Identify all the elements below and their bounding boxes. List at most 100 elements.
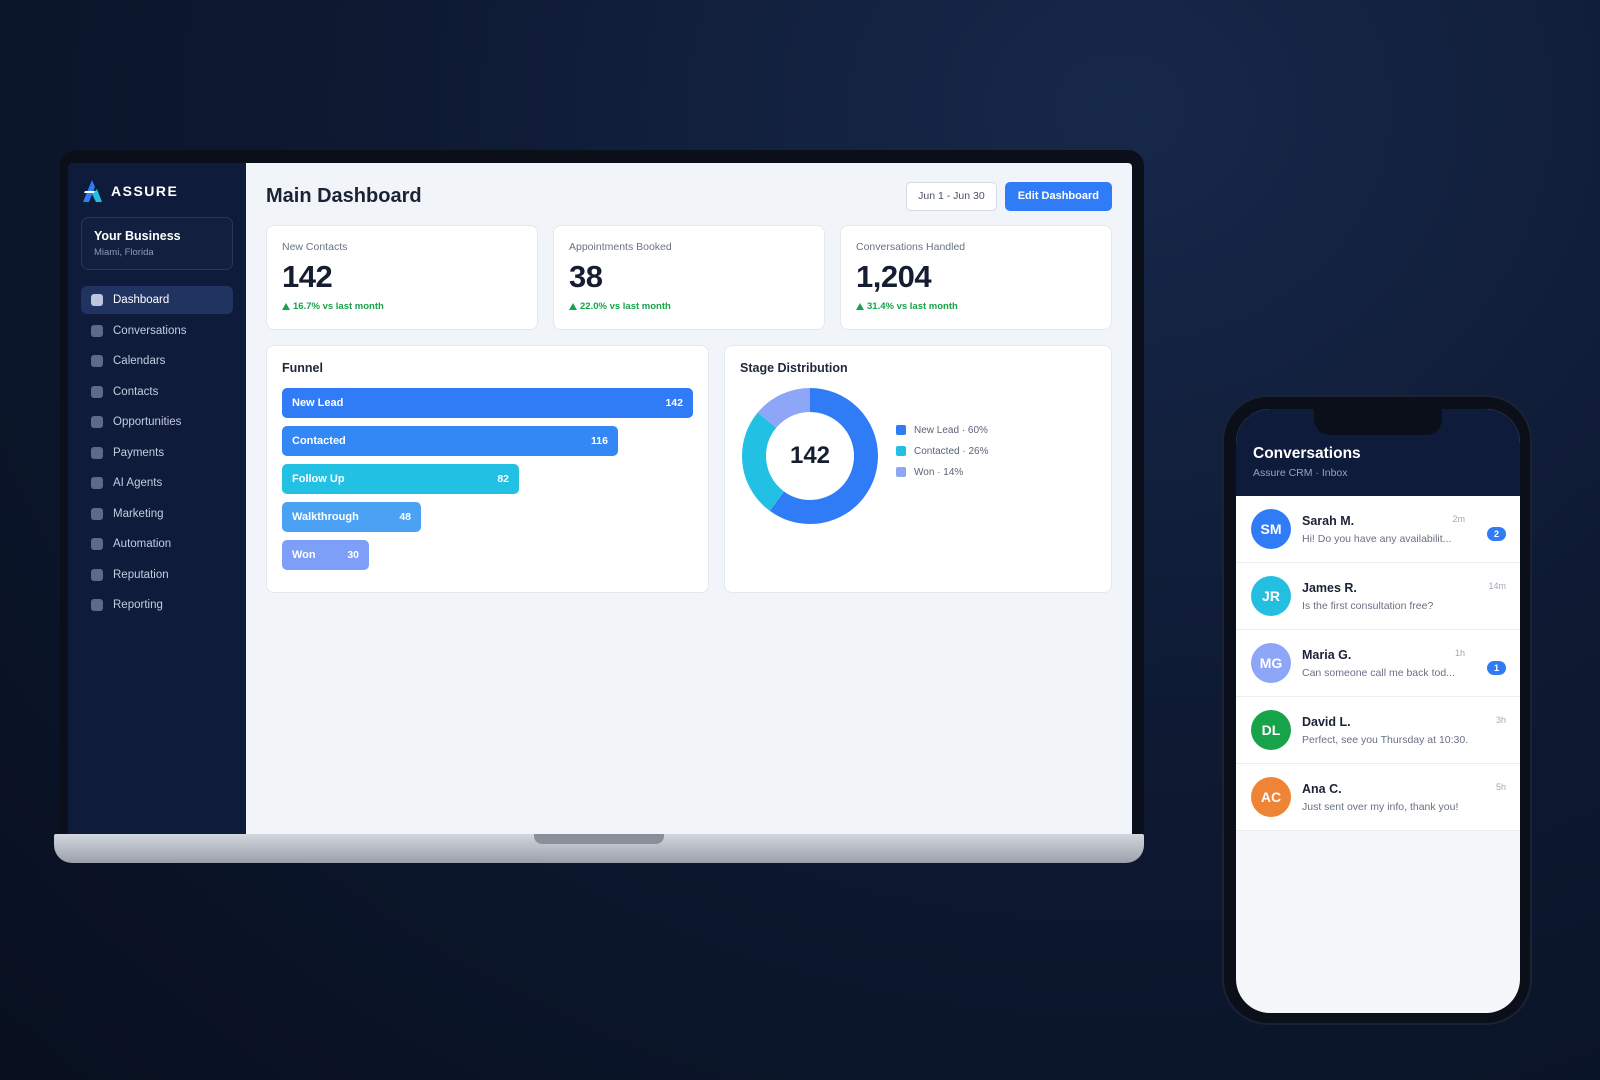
funnel-bar-value: 30 [347, 549, 359, 561]
funnel-bar-label: New Lead [292, 397, 344, 409]
donut-chart: 142 [740, 386, 880, 526]
assure-logo-icon [83, 180, 102, 202]
sidebar-item-label: Payments [113, 446, 165, 459]
conversation-name: James R. [1302, 580, 1357, 595]
legend-item: New Lead · 60% [896, 425, 989, 436]
funnel-bar-value: 82 [497, 473, 509, 485]
sidebar-item-label: Conversations [113, 324, 187, 337]
trend-up-icon [856, 303, 864, 310]
funnel-bar-label: Walkthrough [292, 511, 359, 523]
conversation-time: 5h [1495, 782, 1506, 792]
funnel-bar-value: 48 [399, 511, 411, 523]
unread-badge: 1 [1487, 661, 1506, 675]
funnel-bar-value: 116 [591, 435, 608, 447]
topbar: Main Dashboard Jun 1 - Jun 30 Edit Dashb… [266, 181, 1112, 211]
sidebar: ASSURE Your Business Miami, Florida Dash… [68, 163, 246, 835]
contacts-icon [91, 385, 103, 398]
stat-delta: 22.0% vs last month [569, 301, 809, 312]
stat-card-appointments-booked: Appointments Booked 38 22.0% vs last month [553, 225, 825, 330]
sidebar-item-marketing[interactable]: Marketing [81, 500, 233, 528]
funnel-bar-label: Follow Up [292, 473, 345, 485]
stage-distribution-panel: Stage Distribution 142 New Lead · 60% Con… [724, 345, 1112, 593]
funnel-title: Funnel [282, 361, 323, 375]
conversation-item[interactable]: SM Sarah M. Hi! Do you have any availabili… [1236, 496, 1520, 563]
sidebar-item-reputation[interactable]: Reputation [81, 561, 233, 589]
stat-value: 38 [569, 259, 603, 294]
conversation-item[interactable]: AC Ana C. Just sent over my info, thank yo… [1236, 764, 1520, 831]
sidebar-item-conversations[interactable]: Conversations [81, 317, 233, 345]
legend-swatch [896, 467, 906, 477]
avatar: JR [1251, 576, 1291, 616]
laptop-hinge-notch [534, 834, 664, 844]
conversation-preview: Hi! Do you have any availabilit... [1302, 532, 1452, 545]
stat-value: 1,204 [856, 259, 932, 294]
conversation-text: James R. Is the first consultation free? [1302, 581, 1505, 612]
stat-delta-text: 16.7% vs last month [293, 301, 384, 312]
conversation-name: David L. [1302, 714, 1351, 729]
sidebar-item-label: Opportunities [113, 416, 182, 428]
sidebar-item-ai-agents[interactable]: AI Agents [81, 469, 233, 497]
conversation-preview: Can someone call me back tod... [1302, 666, 1455, 679]
sidebar-item-label: AI Agents [113, 477, 163, 489]
business-location: Miami, Florida [94, 247, 154, 258]
reputation-icon [91, 568, 103, 581]
legend-label: Contacted · 26% [914, 445, 989, 457]
legend-label: New Lead · 60% [914, 424, 988, 436]
funnel-panel: Funnel New Lead 142 Contacted 116 Follow Up 8… [266, 345, 709, 593]
business-name: Your Business [94, 229, 181, 243]
legend-swatch [896, 425, 906, 435]
legend-item: Contacted · 26% [896, 446, 989, 457]
conversation-time: 2m [1452, 514, 1465, 524]
conversation-text: Sarah M. Hi! Do you have any availabilit.… [1302, 514, 1505, 545]
sidebar-item-reporting[interactable]: Reporting [81, 591, 233, 619]
phone-notch [1314, 409, 1442, 435]
stat-cards: New Contacts 142 16.7% vs last month Appoin… [266, 225, 1112, 330]
laptop-screen: ASSURE Your Business Miami, Florida Dash… [68, 163, 1132, 835]
conversation-time: 14m [1488, 581, 1506, 591]
sidebar-item-contacts[interactable]: Contacts [81, 378, 233, 406]
conversation-name: Ana C. [1302, 781, 1342, 796]
stat-label: Appointments Booked [569, 241, 672, 253]
sidebar-item-payments[interactable]: Payments [81, 439, 233, 467]
automation-icon [91, 538, 103, 550]
conversation-item[interactable]: JR James R. Is the first consultation free… [1236, 563, 1520, 630]
conversation-item[interactable]: MG Maria G. Can someone call me back tod..… [1236, 630, 1520, 697]
funnel-bars: New Lead 142 Contacted 116 Follow Up 82 Walkth… [282, 388, 693, 570]
payments-icon [91, 446, 103, 459]
date-range-picker[interactable]: Jun 1 - Jun 30 [906, 181, 997, 211]
edit-dashboard-button[interactable]: Edit Dashboard [1004, 181, 1112, 211]
funnel-bar-walkthrough: Walkthrough 48 [282, 502, 421, 532]
stat-delta: 16.7% vs last month [282, 301, 522, 312]
dashboard-icon [91, 294, 103, 306]
stat-label: Conversations Handled [856, 241, 966, 253]
phone-screen: Conversations Assure CRM · Inbox SM Sarah… [1236, 409, 1520, 1013]
sidebar-item-label: Marketing [113, 507, 164, 520]
sidebar-item-label: Automation [113, 538, 172, 550]
funnel-bar-won: Won 30 [282, 540, 369, 570]
marketing-icon [91, 507, 103, 520]
sidebar-item-opportunities[interactable]: Opportunities [81, 408, 233, 436]
reporting-icon [91, 599, 103, 611]
conversation-name: Sarah M. [1302, 513, 1355, 528]
funnel-bar-contacted: Contacted 116 [282, 426, 618, 456]
stat-card-conversations-handled: Conversations Handled 1,204 31.4% vs last … [840, 225, 1112, 330]
funnel-bar-label: Contacted [292, 435, 346, 447]
sidebar-item-dashboard[interactable]: Dashboard [81, 286, 233, 314]
legend-swatch [896, 446, 906, 456]
conversation-item[interactable]: DL David L. Perfect, see you Thursday at 1… [1236, 697, 1520, 764]
business-switcher[interactable]: Your Business Miami, Florida [81, 217, 233, 270]
conversation-preview: Perfect, see you Thursday at 10:30. [1302, 733, 1469, 746]
conversation-text: David L. Perfect, see you Thursday at 10:… [1302, 715, 1505, 746]
donut-center-value: 142 [789, 442, 831, 469]
avatar: AC [1251, 777, 1291, 817]
sidebar-item-automation[interactable]: Automation [81, 530, 233, 558]
trend-up-icon [569, 303, 577, 310]
funnel-bar-new-lead: New Lead 142 [282, 388, 693, 418]
ai-agents-icon [91, 477, 103, 489]
conversation-time: 3h [1495, 715, 1506, 725]
conversation-list: SM Sarah M. Hi! Do you have any availabili… [1236, 496, 1520, 831]
trend-up-icon [282, 303, 290, 310]
stat-delta-text: 31.4% vs last month [867, 301, 958, 312]
donut-legend: New Lead · 60% Contacted · 26% Won · 14% [896, 425, 989, 488]
sidebar-item-calendars[interactable]: Calendars [81, 347, 233, 375]
